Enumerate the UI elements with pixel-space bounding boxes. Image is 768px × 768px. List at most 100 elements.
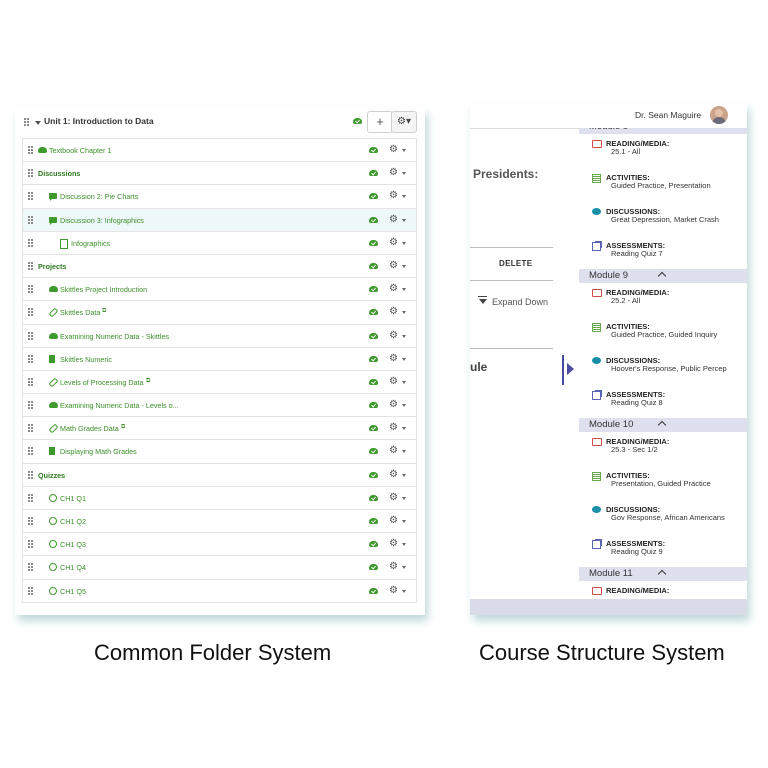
folder-row[interactable]: Examining Numeric Data - Skittles ⚙ [23,325,416,348]
chevron-down-icon[interactable] [402,450,406,454]
folder-row-label[interactable]: Discussion 3: Infographics [60,216,144,225]
gear-icon[interactable]: ⚙ [389,445,398,456]
drag-handle-icon[interactable] [28,215,34,225]
folder-row[interactable]: Discussion 2: Pie Charts ⚙ [23,185,416,209]
folder-row[interactable]: Discussions ⚙ [23,162,416,186]
chevron-up-icon[interactable] [657,420,667,430]
gear-icon[interactable]: ⚙ [389,167,398,178]
drag-handle-icon[interactable] [24,118,30,127]
expand-down-button[interactable]: Expand Down [492,297,548,307]
drag-handle-icon[interactable] [28,424,34,433]
chevron-down-icon[interactable] [402,241,406,245]
chevron-down-icon[interactable] [402,311,406,315]
folder-row-label[interactable]: Skittles Project Introduction [60,285,147,294]
chevron-down-icon[interactable] [402,566,406,570]
folder-row-label[interactable]: Projects [38,262,66,271]
user-avatar[interactable] [710,106,728,124]
drag-handle-icon[interactable] [28,285,34,294]
folder-row[interactable]: Projects ⚙ [23,255,416,279]
chevron-down-icon[interactable] [402,264,406,268]
published-cloud-icon[interactable] [369,587,378,594]
folder-row[interactable]: CH1 Q3 ⚙ [23,533,416,557]
drag-handle-icon[interactable] [28,517,34,526]
chevron-down-icon[interactable] [402,218,406,222]
published-cloud-icon[interactable] [369,471,378,478]
section-value[interactable]: Reading Quiz 9 [611,547,741,557]
module-header[interactable]: Module 8 [579,128,747,134]
chevron-down-icon[interactable] [402,380,406,384]
chevron-down-icon[interactable] [402,288,406,292]
folder-row[interactable]: Math Grades Data ⧉ ⚙ [23,417,416,441]
drag-handle-icon[interactable] [28,238,34,248]
folder-row-label[interactable]: Skittles Data [60,308,100,317]
published-cloud-icon[interactable] [369,564,378,571]
published-cloud-icon[interactable] [369,332,378,339]
published-cloud-icon[interactable] [369,286,378,293]
delete-button[interactable]: DELETE [499,259,532,268]
section-value[interactable]: 25.1 - All [611,147,741,157]
drag-handle-icon[interactable] [28,308,34,317]
folder-row-label[interactable]: Displaying Math Grades [60,447,137,456]
folder-row[interactable]: Discussion 3: Infographics ⚙ [23,208,416,232]
folder-row-label[interactable]: Math Grades Data [60,424,119,433]
published-cloud-icon[interactable] [369,448,378,455]
collapse-caret-icon[interactable] [35,121,41,125]
section-value[interactable]: Guided Practice, Presentation [611,181,741,191]
drag-handle-icon[interactable] [28,563,34,572]
published-cloud-icon[interactable] [369,518,378,524]
chevron-down-icon[interactable] [402,543,406,547]
published-cloud-icon[interactable] [369,378,378,385]
published-cloud-icon[interactable] [369,402,378,409]
folder-row[interactable]: Infographics ⚙ [23,232,416,255]
drag-handle-icon[interactable] [28,377,34,387]
gear-icon[interactable]: ⚙ [389,190,398,201]
section-value[interactable]: Presentation, Guided Practice [611,479,741,489]
folder-row-label[interactable]: Quizzes [38,471,65,480]
chevron-down-icon[interactable] [402,172,406,176]
gear-icon[interactable]: ⚙ [389,260,398,271]
gear-icon[interactable]: ⚙ [389,399,398,410]
folder-row-label[interactable]: Examining Numeric Data - Skittles [60,332,169,341]
published-cloud-icon[interactable] [369,216,378,223]
drag-handle-icon[interactable] [28,493,34,503]
drag-handle-icon[interactable] [28,447,34,456]
folder-row[interactable]: Skittles Numeric ⚙ [23,348,416,371]
chevron-up-icon[interactable] [657,271,667,281]
folder-row[interactable]: CH1 Q4 ⚙ [23,556,416,580]
gear-icon[interactable]: ⚙ [389,214,398,225]
gear-icon[interactable]: ⚙ [389,585,398,596]
section-value[interactable]: Hoover's Response, Public Percep [611,364,741,374]
folder-row[interactable]: CH1 Q5 ⚙ [23,580,416,603]
chevron-down-icon[interactable] [402,334,406,338]
chevron-down-icon[interactable] [402,589,406,593]
gear-icon[interactable]: ⚙ [389,422,398,433]
published-cloud-icon[interactable] [369,541,378,548]
folder-row-label[interactable]: Textbook Chapter 1 [49,146,111,155]
drag-handle-icon[interactable] [28,586,34,596]
chevron-down-icon[interactable] [402,427,406,431]
folder-row[interactable]: Examining Numeric Data - Levels o... ⚙ [23,394,416,418]
published-cloud-icon[interactable] [369,494,378,501]
section-value[interactable]: Great Depression, Market Crash [611,215,741,225]
chevron-up-icon[interactable] [657,569,667,579]
folder-row[interactable]: Textbook Chapter 1 ⚙ [23,139,416,163]
folder-row-label[interactable]: Discussions [38,169,80,178]
published-cloud-icon[interactable] [353,118,362,124]
chevron-down-icon[interactable] [402,520,406,523]
folder-row[interactable]: Displaying Math Grades ⚙ [23,440,416,464]
unit-settings-button[interactable]: ⚙▾ [391,111,417,133]
section-value[interactable]: 25.3 - Sec 1/2 [611,445,741,455]
chevron-down-icon[interactable] [402,473,406,477]
folder-row[interactable]: Quizzes ⚙ [23,464,416,487]
published-cloud-icon[interactable] [369,309,378,316]
published-cloud-icon[interactable] [369,193,378,200]
published-cloud-icon[interactable] [369,170,378,177]
section-value[interactable]: Reading Quiz 8 [611,398,741,408]
drag-handle-icon[interactable] [28,354,34,364]
published-cloud-icon[interactable] [369,425,378,432]
drag-handle-icon[interactable] [28,401,34,410]
section-value[interactable]: Guided Practice, Guided Inquiry [611,330,741,340]
expand-down-icon[interactable] [478,296,487,305]
folder-row-label[interactable]: CH1 Q2 [60,517,86,526]
section-value[interactable]: 25.2 - All [611,296,741,306]
